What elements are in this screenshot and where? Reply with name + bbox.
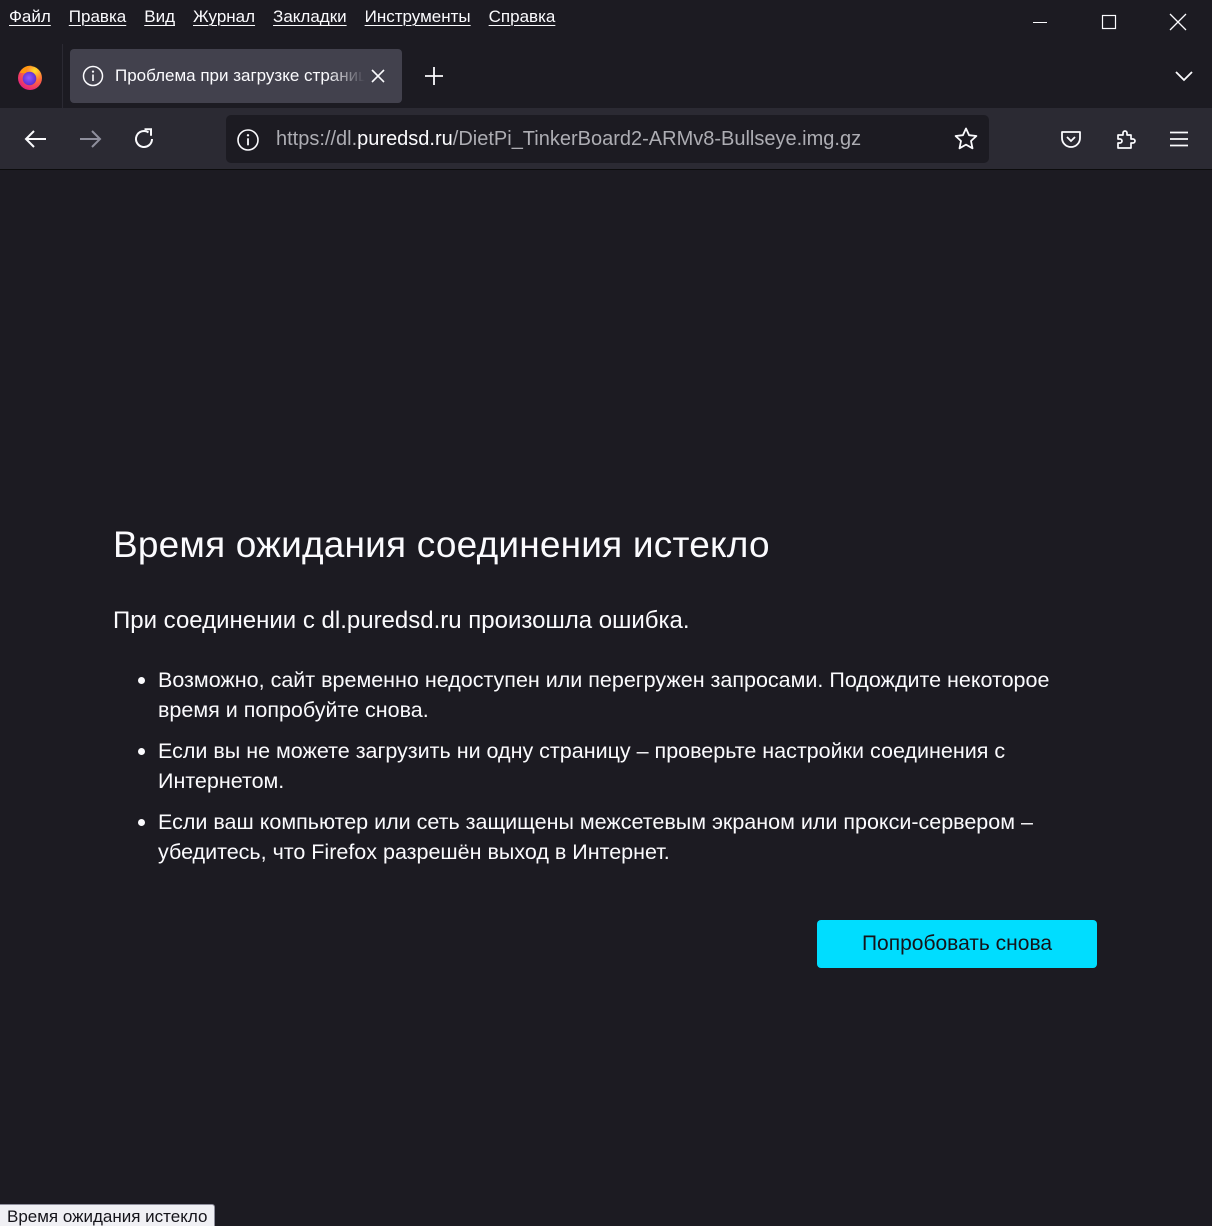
menu-file[interactable]: Файл: [9, 7, 51, 27]
tab-divider: [62, 44, 63, 108]
forward-button[interactable]: [74, 123, 106, 155]
menu-history[interactable]: Журнал: [193, 7, 255, 27]
chevron-down-icon[interactable]: [1172, 64, 1196, 88]
app-menu-button[interactable]: [1163, 123, 1195, 155]
reload-icon: [135, 128, 153, 148]
pocket-button[interactable]: [1055, 123, 1087, 155]
url-prefix: https://dl.: [276, 128, 358, 150]
new-tab-icon[interactable]: [420, 62, 448, 90]
title-bar: Файл Правка Вид Журнал Закладки Инструме…: [0, 0, 1212, 44]
menu-help[interactable]: Справка: [489, 7, 556, 27]
hamburger-menu-icon: [1170, 131, 1188, 147]
site-info-icon[interactable]: [236, 128, 260, 152]
error-page: Время ожидания соединения истекло При со…: [0, 171, 1212, 1226]
menu-view[interactable]: Вид: [144, 7, 175, 27]
list-item: Возможно, сайт временно недоступен или п…: [136, 665, 1096, 725]
url-path: /DietPi_TinkerBoard2-ARMv8-Bullseye.img.…: [452, 128, 862, 150]
nav-bar: https://dl.puredsd.ru/DietPi_TinkerBoard…: [0, 108, 1212, 170]
reload-button[interactable]: [128, 123, 160, 155]
url-domain: puredsd.ru: [357, 128, 453, 150]
extensions-button[interactable]: [1110, 123, 1142, 155]
firefox-view-button[interactable]: [14, 61, 46, 93]
window-controls: [1005, 0, 1212, 44]
arrow-left-icon: [24, 130, 46, 148]
url-text[interactable]: https://dl.puredsd.ru/DietPi_TinkerBoard…: [276, 128, 861, 151]
back-button[interactable]: [20, 123, 52, 155]
star-icon[interactable]: [953, 126, 979, 152]
url-bar[interactable]: https://dl.puredsd.ru/DietPi_TinkerBoard…: [226, 115, 989, 163]
info-icon: [82, 65, 104, 87]
menu-bookmarks[interactable]: Закладки: [273, 7, 347, 27]
maximize-button[interactable]: [1074, 0, 1143, 44]
tab-title: Проблема при загрузке страницы: [115, 66, 365, 85]
minimize-button[interactable]: [1005, 0, 1074, 44]
try-again-button[interactable]: Попробовать снова: [817, 920, 1097, 968]
arrow-right-icon: [80, 130, 102, 148]
tab-bar: Проблема при загрузке страницы: [0, 44, 1212, 108]
pocket-icon: [1061, 131, 1081, 148]
firefox-logo-icon: [18, 65, 42, 90]
close-icon: [1169, 13, 1186, 31]
close-window-button[interactable]: [1143, 0, 1212, 44]
tab-active[interactable]: Проблема при загрузке страницы: [70, 49, 402, 103]
error-title: Время ожидания соединения истекло: [113, 524, 770, 565]
puzzle-icon: [1117, 130, 1136, 149]
maximize-icon: [1101, 14, 1116, 30]
list-item: Если ваш компьютер или сеть защищены меж…: [136, 807, 1096, 867]
menu-edit[interactable]: Правка: [69, 7, 126, 27]
menu-bar: Файл Правка Вид Журнал Закладки Инструме…: [0, 0, 573, 34]
minimize-icon: [1032, 22, 1047, 23]
list-item: Если вы не можете загрузить ни одну стра…: [136, 736, 1096, 796]
error-description: При соединении с dl.puredsd.ru произошла…: [113, 607, 690, 634]
menu-tools[interactable]: Инструменты: [365, 7, 471, 27]
browser-window: Файл Правка Вид Журнал Закладки Инструме…: [0, 0, 1212, 1226]
status-bar: Время ожидания истекло: [0, 1204, 216, 1226]
close-tab-icon[interactable]: [368, 66, 388, 86]
error-suggestions: Возможно, сайт временно недоступен или п…: [136, 665, 1096, 878]
